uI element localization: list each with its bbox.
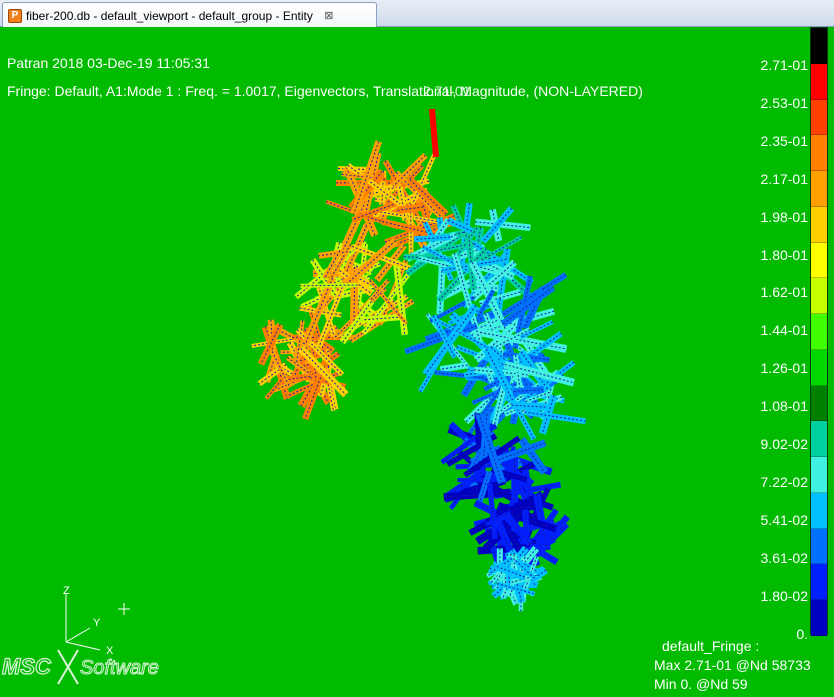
logo-x-icon [57,649,79,685]
fringe-max: Max 2.71-01 @Nd 58733 [654,657,811,673]
colorbar-label: 1.80-02 [760,587,808,604]
colorbar-segment [811,99,827,136]
colorbar-label: 1.08-01 [760,398,808,415]
colorbar-label: 1.98-01 [760,208,808,225]
axis-y-label: Y [93,617,101,629]
fringe-colorbar [810,27,828,636]
fiber-element [429,108,439,158]
colorbar-segment [811,492,827,529]
close-icon[interactable]: ⊠ [323,10,335,22]
logo-msc: MSC [2,654,52,679]
colorbar-label: 2.53-01 [760,94,808,111]
session-header: Patran 2018 03-Dec-19 11:05:31 [7,55,210,71]
patran-document-icon: P [8,8,22,23]
colorbar-label: 1.80-01 [760,246,808,263]
fringe-summary: default_Fringe : Max 2.71-01 @Nd 58733 M… [654,637,811,694]
colorbar-label: 2.71-01 [760,57,808,73]
colorbar-segment [811,206,827,243]
colorbar-segment [811,28,827,64]
logo-software: Software [80,657,159,679]
colorbar-segment [811,63,827,100]
colorbar-segment [811,242,827,279]
colorbar-label: 1.26-01 [760,360,808,377]
colorbar-label: 1.44-01 [760,322,808,339]
colorbar-label: 7.22-02 [760,473,808,490]
colorbar-segment [811,278,827,314]
fringe-name: default_Fringe : [662,638,760,654]
colorbar-segment [811,385,827,422]
tab-title: fiber-200.db - default_viewport - defaul… [26,8,313,23]
colorbar-label: 1.62-01 [760,284,808,301]
fringe-min: Min 0. @Nd 59 [654,676,748,692]
colorbar-segment [811,421,827,457]
fiber-mesh [251,108,586,612]
colorbar-segment [811,349,827,386]
colorbar-label: 5.41-02 [760,511,808,528]
graphics-viewport[interactable]: Patran 2018 03-Dec-19 11:05:31 Fringe: D… [0,27,834,697]
axis-z-label: Z [63,585,70,597]
colorbar-segment [811,528,827,565]
colorbar-segment [811,314,827,350]
colorbar-label: 2.35-01 [760,132,808,149]
colorbar-label: 9.02-02 [760,436,808,452]
colorbar-label: 2.17-01 [760,170,808,187]
colorbar-segment [811,564,827,600]
colorbar-segment [811,600,827,636]
colorbar-segment [811,135,827,171]
editor-tab-bar: P fiber-200.db - default_viewport - defa… [0,0,834,28]
viewport-tab[interactable]: P fiber-200.db - default_viewport - defa… [2,2,377,28]
fringe-title: Fringe: Default, A1:Mode 1 : Freq. = 1.0… [7,83,643,99]
max-node-label: 2.71-01 [423,83,471,99]
colorbar-label: 3.61-02 [760,549,808,566]
colorbar-segment [811,171,827,207]
msc-software-logo: MSC Software [1,649,159,685]
colorbar-segment [811,457,827,493]
